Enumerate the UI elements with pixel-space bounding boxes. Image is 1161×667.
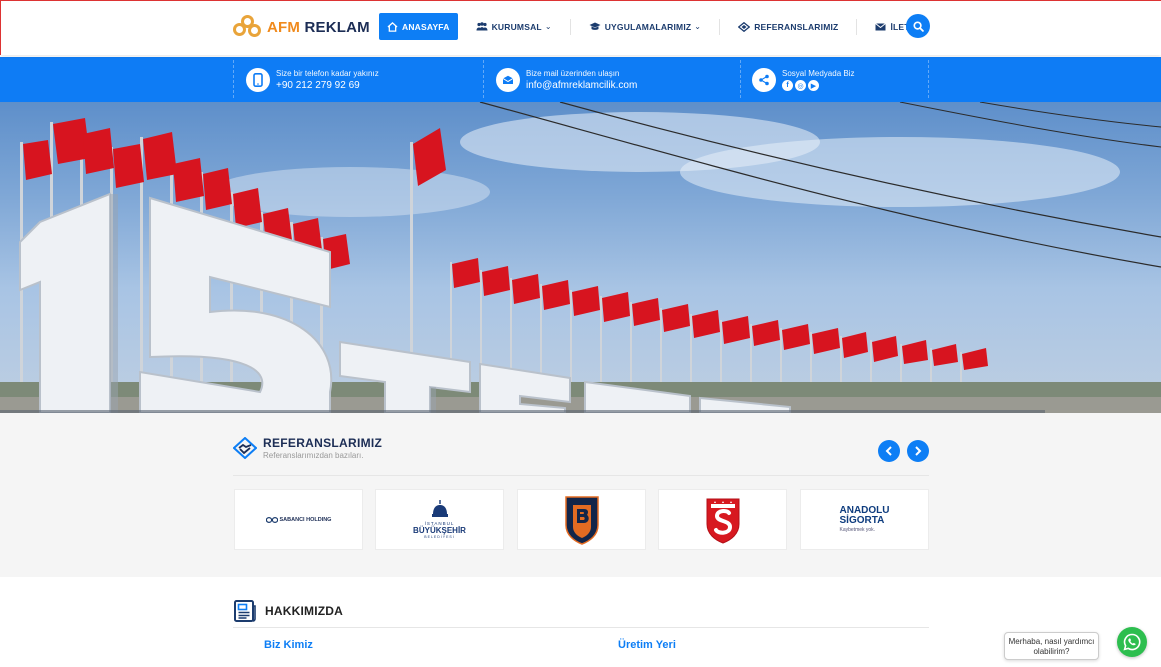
ibb-dome-icon: [431, 500, 448, 517]
about-header: HAKKIMIZDA: [233, 599, 343, 623]
facebook-icon[interactable]: f: [782, 80, 793, 91]
references-subtitle: Referanslarımızdan bazıları.: [263, 451, 364, 460]
chat-prompt-bubble[interactable]: Merhaba, nasıl yardımcı olabilirim?: [1004, 632, 1099, 660]
nav-applications[interactable]: UYGULAMALARIMIZ ⌄: [582, 13, 708, 40]
graduation-cap-icon: [589, 22, 601, 30]
phone-block[interactable]: Size bir telefon kadar yakınız +90 212 2…: [246, 63, 379, 97]
top-navbar: AFM REKLAM ANASAYFA KURUMSAL ⌄ UYGULAMAL…: [0, 0, 1161, 55]
about-col1-title: Biz Kimiz: [264, 639, 313, 651]
reference-card-sabanci[interactable]: SABANCI HOLDING: [234, 489, 363, 550]
sivasspor-crest-icon: [706, 498, 739, 544]
hero-illustration: [0, 102, 1161, 413]
envelope-icon: [875, 22, 887, 30]
ibb-text-bottom: BELEDİYESİ: [424, 535, 455, 539]
instagram-icon[interactable]: ◎: [795, 80, 806, 91]
references-section: REFERANSLARIMIZ Referanslarımızdan bazıl…: [0, 413, 1161, 577]
handshake-icon: [738, 21, 751, 32]
sabanci-logo-icon: [265, 516, 278, 523]
whatsapp-icon: [1123, 633, 1141, 651]
phone-number[interactable]: +90 212 279 92 69: [276, 80, 379, 91]
nav-corporate-label: KURUMSAL: [491, 21, 542, 32]
search-button[interactable]: [906, 14, 930, 38]
chevron-down-icon: ⌄: [544, 22, 552, 31]
mail-icon: [496, 68, 520, 92]
sabanci-logo-text: SABANCI HOLDING: [279, 516, 332, 523]
reference-card-basaksehir[interactable]: [517, 489, 646, 550]
social-icons: f ◎ ▶: [782, 80, 854, 91]
phone-icon: [246, 68, 270, 92]
menu-divider: [719, 18, 721, 35]
anadolu-text-2: SİGORTA: [839, 515, 885, 526]
whatsapp-button[interactable]: [1117, 627, 1147, 657]
anadolu-text-3: Kaybetmek yok.: [839, 527, 876, 533]
chevron-left-icon: [885, 446, 892, 456]
nav-references[interactable]: REFERANSLARIMIZ: [731, 13, 845, 40]
chevron-down-icon: ⌄: [694, 22, 702, 31]
references-header: REFERANSLARIMIZ Referanslarımızdan bazıl…: [233, 436, 382, 460]
divider: [740, 60, 741, 98]
main-menu: ANASAYFA KURUMSAL ⌄ UYGULAMALARIMIZ ⌄ RE…: [379, 13, 946, 40]
share-icon: [752, 68, 776, 92]
brand-part2: REKLAM: [304, 18, 370, 36]
social-block: Sosyal Medyada Biz f ◎ ▶: [752, 63, 854, 97]
mail-address[interactable]: info@afmreklamcilik.com: [526, 80, 637, 91]
mail-block[interactable]: Bize mail üzerinden ulaşın info@afmrekla…: [496, 63, 637, 97]
divider: [928, 60, 929, 98]
youtube-icon[interactable]: ▶: [808, 80, 819, 91]
nav-references-label: REFERANSLARIMIZ: [754, 21, 839, 32]
reference-card-ibb[interactable]: İSTANBUL BÜYÜKŞEHİR BELEDİYESİ: [375, 489, 504, 550]
reference-card-anadolu-sigorta[interactable]: ANADOLU SİGORTA Kaybetmek yok.: [800, 489, 929, 550]
menu-divider: [856, 18, 858, 35]
about-col2-title: Üretim Yeri: [618, 639, 676, 651]
contact-bar: Size bir telefon kadar yakınız +90 212 2…: [0, 57, 1161, 102]
menu-divider: [569, 18, 571, 35]
divider: [233, 627, 929, 628]
divider: [233, 475, 929, 476]
social-label: Sosyal Medyada Biz: [782, 69, 855, 78]
search-icon: [912, 20, 924, 32]
divider: [233, 60, 234, 98]
brand-part1: AFM: [267, 18, 301, 36]
handshake-icon: [233, 437, 257, 459]
hero-slider-image[interactable]: [0, 102, 1161, 413]
phone-label: Size bir telefon kadar yakınız: [276, 69, 379, 78]
references-title: REFERANSLARIMIZ: [263, 436, 383, 450]
chevron-right-icon: [915, 446, 922, 456]
carousel-next-button[interactable]: [907, 440, 929, 462]
basaksehir-crest-icon: [564, 495, 599, 545]
home-icon: [387, 21, 398, 32]
reference-card-sivasspor[interactable]: [658, 489, 787, 550]
brand-name: AFM REKLAM: [267, 19, 370, 36]
nav-applications-label: UYGULAMALARIMIZ: [604, 21, 692, 32]
logo-rings-icon: [233, 15, 263, 39]
about-title: HAKKIMIZDA: [265, 604, 343, 618]
mail-label: Bize mail üzerinden ulaşın: [526, 69, 620, 78]
carousel-prev-button[interactable]: [878, 440, 900, 462]
users-icon: [476, 22, 488, 31]
nav-home-label: ANASAYFA: [402, 21, 450, 32]
nav-home[interactable]: ANASAYFA: [379, 13, 458, 40]
newspaper-icon: [234, 600, 256, 622]
ibb-text-main: BÜYÜKŞEHİR: [413, 526, 466, 535]
divider: [483, 60, 484, 98]
brand-logo[interactable]: AFM REKLAM: [233, 13, 370, 41]
nav-corporate[interactable]: KURUMSAL ⌄: [469, 13, 559, 40]
